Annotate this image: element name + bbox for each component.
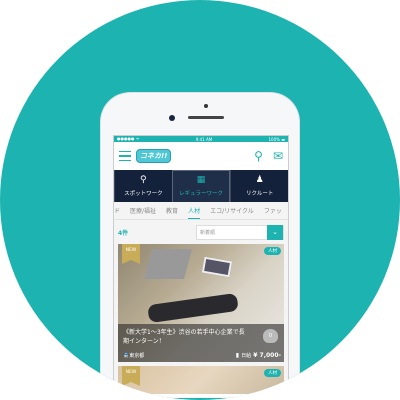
front-camera: [169, 115, 175, 121]
new-badge: NEW: [122, 366, 140, 386]
tab-label: スポットワーク: [124, 190, 163, 197]
new-badge: NEW: [122, 244, 140, 264]
search-icon[interactable]: ⚲: [254, 149, 263, 163]
category-tag: 人材: [264, 369, 281, 377]
tab-spot-work[interactable]: ⚲ スポットワーク: [114, 170, 172, 202]
photo-handshake: [147, 292, 239, 324]
mail-icon[interactable]: ✉: [273, 149, 283, 163]
category-item[interactable]: 教育: [166, 206, 178, 215]
category-item[interactable]: エコ/リサイクル: [210, 206, 254, 215]
tab-label: レギュラーワーク: [179, 191, 224, 197]
favorite-count: 0: [268, 333, 273, 339]
job-card[interactable]: NEW 人材 《新大学1～3年生》渋谷の若手中心企業で長期インターン！ 0 🚆 …: [118, 244, 284, 362]
category-bar: ド 医療/福祉 教育 人材 エコ/リサイクル ファッ: [114, 202, 288, 220]
chevron-down-icon[interactable]: ⌄: [267, 224, 283, 240]
speaker: [188, 116, 224, 119]
clock: 9:41 AM: [195, 136, 213, 142]
result-count: 4件: [118, 229, 129, 237]
tab-label: リクルート: [246, 190, 274, 197]
tab-regular-work[interactable]: ▦ レギュラーワーク: [171, 170, 231, 202]
app-screen: ●●●●● ᯤ 9:41 AM 100% ▬ コネカ!! ⚲ ✉ ⚲ スポットワー…: [113, 135, 289, 397]
menu-icon[interactable]: [119, 151, 131, 161]
person-icon: ♟: [255, 174, 264, 185]
pin-icon: ⚲: [140, 174, 147, 185]
category-tag: 人材: [264, 247, 281, 255]
phone-frame: ●●●●● ᯤ 9:41 AM 100% ▬ コネカ!! ⚲ ✉ ⚲ スポットワー…: [100, 92, 300, 398]
background-circle: ●●●●● ᯤ 9:41 AM 100% ▬ コネカ!! ⚲ ✉ ⚲ スポットワー…: [0, 0, 400, 400]
photo-tablet: [201, 256, 233, 278]
app-header: コネカ!! ⚲ ✉: [114, 142, 288, 170]
wage-icon: ▮: [235, 352, 240, 359]
category-item[interactable]: ファッ: [264, 206, 282, 215]
camera-dot: [204, 104, 208, 108]
job-title: 《新大学1～3年生》渋谷の若手中心企業で長期インターン！: [123, 329, 245, 345]
carrier: ●●●●● ᯤ: [117, 136, 140, 141]
app-logo[interactable]: コネカ!!: [136, 149, 172, 163]
calendar-icon: ▦: [196, 175, 206, 185]
category-item-active[interactable]: 人材: [188, 206, 201, 219]
category-item[interactable]: ド: [114, 206, 120, 215]
pay-amount: ¥ 7,000-: [253, 352, 281, 359]
battery: 100% ▬: [268, 136, 285, 142]
photo-laptop: [143, 249, 193, 279]
job-list: NEW 人材 《新大学1～3年生》渋谷の若手中心企業で長期インターン！ 0 🚆 …: [114, 244, 288, 394]
favorite-button[interactable]: 0: [263, 329, 278, 343]
category-item[interactable]: 医療/福祉: [130, 206, 156, 215]
sort-select[interactable]: 新着順 ⌄: [196, 224, 284, 240]
pay-label: 日給: [241, 353, 252, 359]
sort-value: 新着順: [200, 229, 216, 236]
job-card[interactable]: NEW 人材: [118, 366, 284, 394]
tab-recruit[interactable]: ♟ リクルート: [230, 170, 288, 202]
job-location: 東京都: [129, 353, 145, 359]
work-type-tabs: ⚲ スポットワーク ▦ レギュラーワーク ♟ リクルート: [114, 170, 288, 202]
